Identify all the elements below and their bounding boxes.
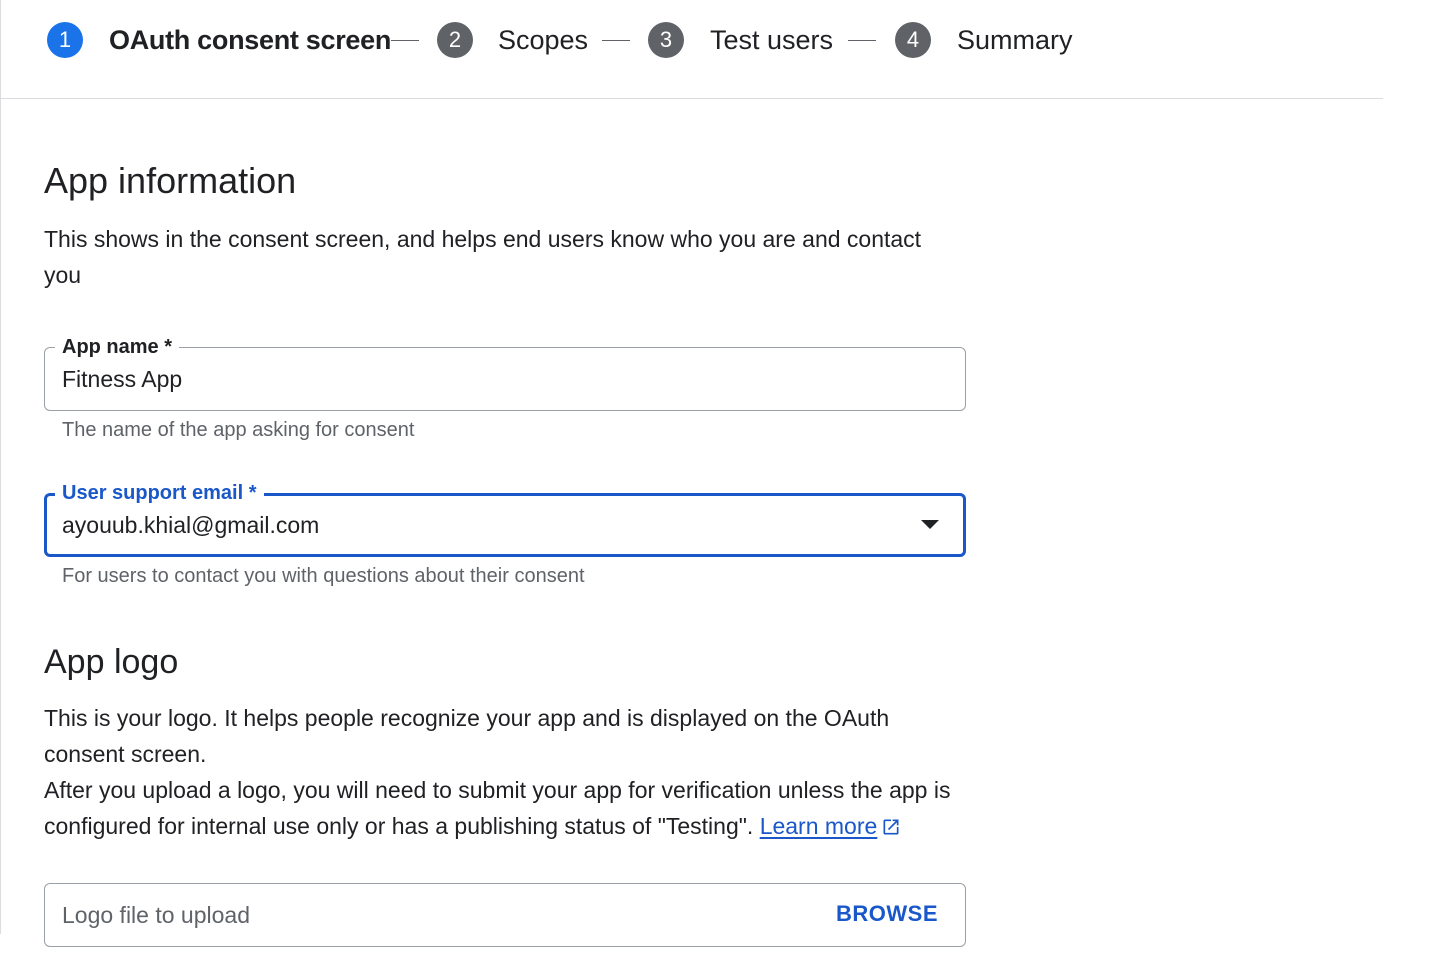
step-number-badge: 1 — [47, 22, 83, 58]
support-email-label: User support email * — [55, 481, 264, 505]
support-email-helper: For users to contact you with questions … — [62, 565, 585, 587]
logo-upload-field[interactable]: Logo file to upload BROWSE — [44, 883, 966, 947]
step-test-users[interactable]: 3 Test users — [648, 22, 833, 58]
app-name-helper: The name of the app asking for consent — [62, 419, 415, 441]
app-logo-description: This is your logo. It helps people recog… — [44, 705, 890, 767]
step-label: Summary — [957, 24, 1073, 55]
step-number-badge: 3 — [648, 22, 684, 58]
step-separator — [848, 40, 876, 41]
step-scopes[interactable]: 2 Scopes — [437, 22, 588, 58]
step-separator — [602, 40, 630, 41]
app-name-field[interactable]: App name * Fitness App — [44, 335, 966, 411]
browse-button[interactable]: BROWSE — [836, 901, 938, 927]
dropdown-arrow-icon[interactable] — [921, 520, 939, 529]
app-name-label: App name * — [55, 335, 180, 359]
support-email-value[interactable]: ayouub.khial@gmail.com — [62, 512, 319, 539]
stepper: 1 OAuth consent screen 2 Scopes 3 Test u… — [0, 0, 1383, 99]
app-logo-heading: App logo — [44, 643, 179, 681]
learn-more-link[interactable]: Learn more — [760, 813, 878, 839]
app-name-input[interactable]: Fitness App — [62, 366, 182, 393]
app-information-description: This shows in the consent screen, and he… — [44, 226, 922, 288]
external-link-icon[interactable] — [881, 817, 901, 837]
app-information-heading: App information — [44, 160, 297, 201]
step-summary[interactable]: 4 Summary — [895, 22, 1073, 58]
logo-upload-placeholder: Logo file to upload — [62, 902, 250, 928]
step-label: Test users — [710, 24, 834, 55]
app-logo-verification-note: After you upload a logo, you will need t… — [44, 772, 964, 844]
step-separator — [391, 40, 419, 41]
step-oauth-consent[interactable]: 1 OAuth consent screen — [47, 22, 391, 58]
step-number-badge: 2 — [437, 22, 473, 58]
step-number-badge: 4 — [895, 22, 931, 58]
left-divider — [0, 0, 1, 934]
step-label: OAuth consent screen — [109, 24, 392, 55]
support-email-select[interactable]: User support email * ayouub.khial@gmail.… — [44, 481, 966, 557]
step-label: Scopes — [498, 24, 589, 55]
